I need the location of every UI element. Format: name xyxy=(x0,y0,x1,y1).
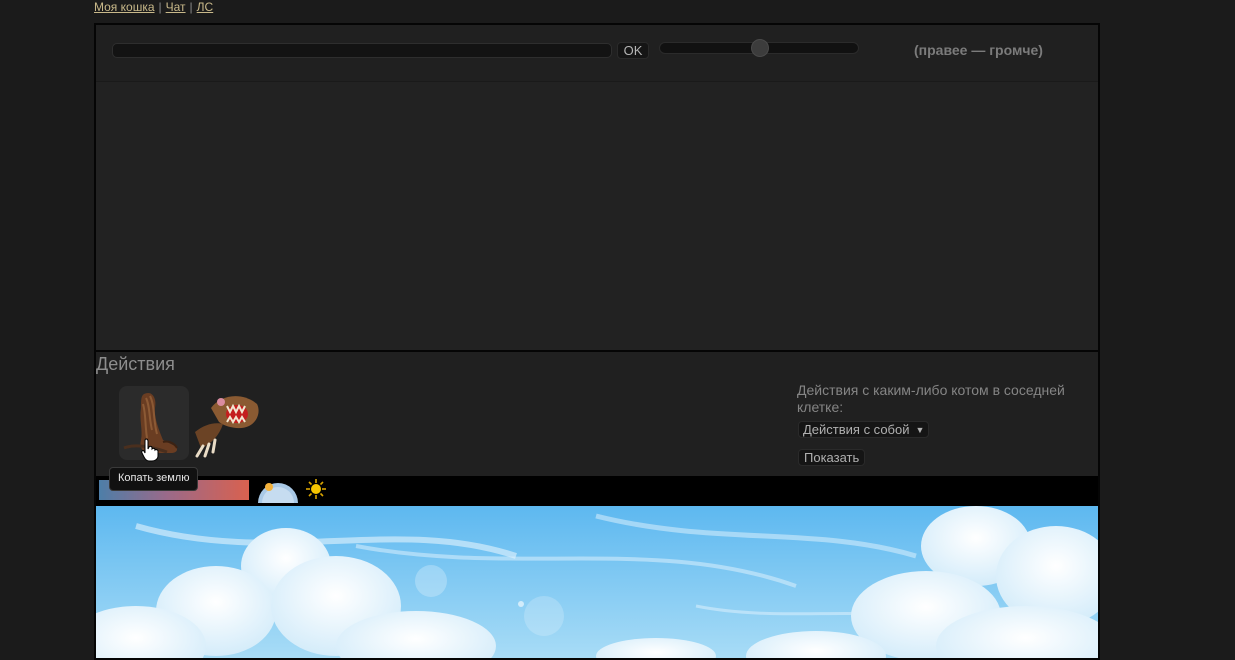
neighbor-actions-label: Действия с каким-либо котом в соседней к… xyxy=(797,382,1065,415)
volume-slider-handle[interactable] xyxy=(751,39,769,57)
status-bar xyxy=(96,476,1098,506)
volume-hint: (правее — громче) xyxy=(914,42,1043,58)
chat-input-bar: OK (правее — громче) xyxy=(96,25,1098,82)
game-frame: OK (правее — громче) Действия Копать зем… xyxy=(94,23,1100,660)
hand-cursor-icon xyxy=(141,438,159,462)
actions-panel: Действия Копать землю Действия с каким-л… xyxy=(96,352,1098,491)
chat-send-button[interactable]: OK xyxy=(617,42,649,59)
volume-slider[interactable] xyxy=(659,39,859,57)
sky-clouds-background xyxy=(96,506,1098,658)
neighbor-actions-select[interactable]: Действия с собой ▼ xyxy=(798,421,930,438)
chat-input[interactable] xyxy=(112,43,612,58)
action-tooltip: Копать землю xyxy=(109,467,199,491)
sun-icon xyxy=(306,479,326,499)
jaw-claws-icon xyxy=(195,396,259,458)
nav-separator: | xyxy=(189,0,193,14)
actions-title: Действия xyxy=(96,354,175,374)
nav-link-my-cat[interactable]: Моя кошка xyxy=(94,0,155,14)
nav-link-messages[interactable]: ЛС xyxy=(197,0,214,14)
location-view[interactable] xyxy=(96,506,1098,658)
chat-panel: OK (правее — громче) xyxy=(96,25,1098,352)
bite-action[interactable] xyxy=(191,386,261,460)
top-navigation: Моя кошка | Чат | ЛС xyxy=(94,0,213,14)
sky-dome-icon xyxy=(258,483,298,503)
neighbor-select-value: Действия с собой xyxy=(803,422,910,437)
nav-link-chat[interactable]: Чат xyxy=(166,0,186,14)
show-button[interactable]: Показать xyxy=(798,449,866,466)
nav-separator: | xyxy=(158,0,162,14)
dropdown-caret-icon: ▼ xyxy=(915,425,925,435)
